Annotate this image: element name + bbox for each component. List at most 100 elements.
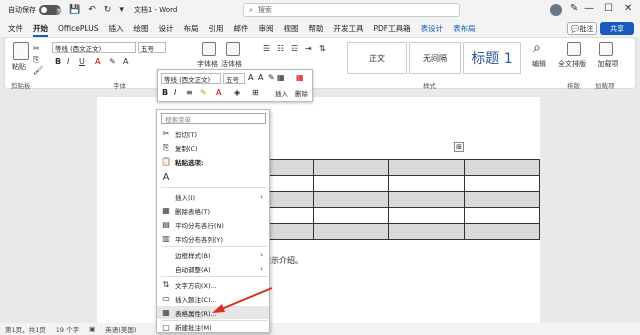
mini-insert-label[interactable]: 插入 [275, 88, 288, 98]
cut-icon[interactable]: ✂ [33, 44, 40, 53]
font-size-select[interactable]: 五号 [138, 42, 166, 53]
indent-icon[interactable]: ⇥ [305, 44, 312, 53]
tab-developer[interactable]: 开发工具 [333, 23, 363, 34]
tab-mailings[interactable]: 邮件 [233, 23, 248, 34]
multilevel-icon[interactable]: ☲ [291, 44, 298, 53]
comments-label: 批注 [579, 24, 594, 33]
tab-review[interactable]: 审阅 [258, 23, 273, 34]
mini-shrink-font-icon[interactable]: A [258, 73, 263, 82]
tab-table-design[interactable]: 表设计 [421, 23, 444, 34]
mini-delete-label[interactable]: 删除 [295, 88, 308, 98]
context-menu-search[interactable]: 搜索菜单 [161, 113, 266, 124]
menu-item-border-styles[interactable]: 边框样式(B) › [157, 248, 269, 261]
font-name-select[interactable]: 等线 (西文正文) [52, 42, 136, 53]
table-row[interactable] [237, 175, 540, 192]
table-row[interactable] [237, 223, 540, 240]
copy-icon[interactable]: ⎘ [33, 55, 39, 65]
menu-item-new-comment[interactable]: ▢ 新建批注(M) [157, 321, 269, 333]
table-row[interactable] [237, 207, 540, 224]
paste-icon[interactable] [13, 42, 29, 60]
mini-grow-font-icon[interactable]: A [248, 73, 253, 82]
mini-shading-icon[interactable]: ◈ [234, 88, 240, 97]
underline-icon[interactable]: U [79, 57, 85, 66]
mini-borders-icon[interactable]: ⊞ [252, 88, 259, 97]
tab-view[interactable]: 视图 [283, 23, 298, 34]
mini-font-size-select[interactable]: 五号 [223, 73, 245, 84]
language-indicator[interactable]: 英语(美国) [105, 324, 136, 334]
tab-home[interactable]: 开始 [33, 23, 48, 37]
menu-item-insert[interactable]: 插入(I) › [157, 190, 269, 203]
table-row[interactable] [237, 191, 540, 208]
menu-item-distribute-columns[interactable]: ▥ 平均分布各列(Y) [157, 232, 269, 245]
menu-item-delete-table[interactable]: ▦ 删除表格(T) [157, 204, 269, 217]
comments-button[interactable]: 💬 批注 [567, 22, 597, 35]
mini-font-color-icon[interactable]: A [216, 88, 221, 97]
mini-toolbar: 等线 (西文正文) 五号 A A ✎ B I ≡ ✎ A ◈ ⊞ ▦ 插入 ▦ … [157, 69, 313, 102]
document-table[interactable] [237, 159, 540, 240]
fullscreen-layout-icon[interactable] [567, 42, 581, 56]
paste-style-icon[interactable] [226, 42, 240, 56]
redo-icon[interactable]: ↻ [104, 5, 112, 15]
avatar[interactable] [550, 4, 562, 16]
undo-icon[interactable]: ↶ [88, 5, 96, 15]
proofing-icon[interactable]: ▣ [89, 325, 95, 333]
maximize-button[interactable]: ☐ [604, 3, 613, 14]
mini-insert-table-icon[interactable]: ▦ [277, 73, 285, 82]
paste-icon: 📋 [161, 157, 171, 166]
mini-font-name-select[interactable]: 等线 (西文正文) [161, 73, 221, 84]
tab-table-layout[interactable]: 表布局 [453, 23, 476, 34]
bold-icon[interactable]: B [55, 57, 61, 66]
save-icon[interactable]: 💾 [69, 5, 80, 15]
tab-references[interactable]: 引用 [208, 23, 223, 34]
font-color-icon[interactable]: A [95, 57, 100, 66]
menu-item-text-direction[interactable]: ⇅ 文字方向(X)... [157, 278, 269, 291]
find-icon[interactable]: ⌕ [533, 40, 541, 56]
menu-item-cut[interactable]: ✂ 剪切(T) [157, 127, 269, 140]
search-box[interactable]: ⌕ 搜索 [243, 3, 460, 17]
menu-item-insert-caption[interactable]: ▭ 插入题注(C)... [157, 292, 269, 305]
mini-format-painter-icon[interactable]: ✎ [268, 73, 275, 82]
sort-icon[interactable]: ⇅ [319, 44, 326, 53]
menu-item-autofit[interactable]: 自动调整(A) › [157, 262, 269, 275]
paste-keep-text-button[interactable]: A [157, 170, 269, 185]
format-painter-icon[interactable]: 🖌 [33, 66, 43, 75]
highlight-icon[interactable]: ✎ [109, 57, 116, 66]
word-count[interactable]: 19 个字 [56, 324, 79, 334]
style-heading-1[interactable]: 标题 1 [463, 42, 521, 74]
mini-delete-table-icon[interactable]: ▦ [296, 73, 304, 82]
table-layout-options-icon[interactable]: ⊞ [454, 142, 464, 152]
paste-style-label: 活体格 [221, 60, 242, 68]
tab-layout[interactable]: 布局 [183, 23, 198, 34]
mini-italic-icon[interactable]: I [174, 88, 176, 97]
title-bar: 自动保存 关 💾 ↶ ↻ ▾ 文档1 - Word ⌕ 搜索 ✎ — ☐ ✕ [0, 0, 640, 20]
mini-align-icon[interactable]: ≡ [186, 88, 193, 97]
share-button[interactable]: 共享 [600, 22, 634, 35]
tab-draw[interactable]: 绘图 [133, 23, 148, 34]
bullets-icon[interactable]: ☰ [263, 44, 270, 53]
char-form-icon[interactable] [202, 42, 216, 56]
tab-officeplus[interactable]: OfficePLUS [58, 24, 98, 33]
autosave-toggle[interactable]: 关 [39, 5, 62, 15]
close-button[interactable]: ✕ [624, 3, 632, 14]
numbering-icon[interactable]: ☷ [277, 44, 284, 53]
page-count[interactable]: 第1页，共1页 [5, 324, 46, 334]
minimize-button[interactable]: — [584, 3, 594, 14]
tab-design[interactable]: 设计 [158, 23, 173, 34]
table-row[interactable] [237, 159, 540, 176]
char-shading-icon[interactable]: A [123, 57, 128, 66]
menu-item-distribute-rows[interactable]: ▤ 平均分布各行(N) [157, 218, 269, 231]
style-normal[interactable]: 正文 [347, 42, 407, 74]
mini-bold-icon[interactable]: B [162, 88, 168, 97]
menu-item-table-properties[interactable]: ▦ 表格属性(R)... [157, 306, 269, 319]
customize-icon[interactable]: ▾ [119, 5, 124, 15]
italic-icon[interactable]: I [67, 57, 69, 66]
tab-file[interactable]: 文件 [8, 23, 23, 34]
tab-pdf-tools[interactable]: PDF工具箱 [373, 23, 410, 34]
tab-insert[interactable]: 插入 [108, 23, 123, 34]
tab-help[interactable]: 帮助 [308, 23, 323, 34]
ribbon-display-icon[interactable]: ✎ [570, 3, 578, 14]
menu-item-copy[interactable]: ⎘ 复制(C) [157, 141, 269, 154]
style-no-spacing[interactable]: 无间隔 [409, 42, 461, 74]
addin-icon[interactable] [599, 42, 613, 56]
mini-highlight-icon[interactable]: ✎ [200, 88, 207, 97]
